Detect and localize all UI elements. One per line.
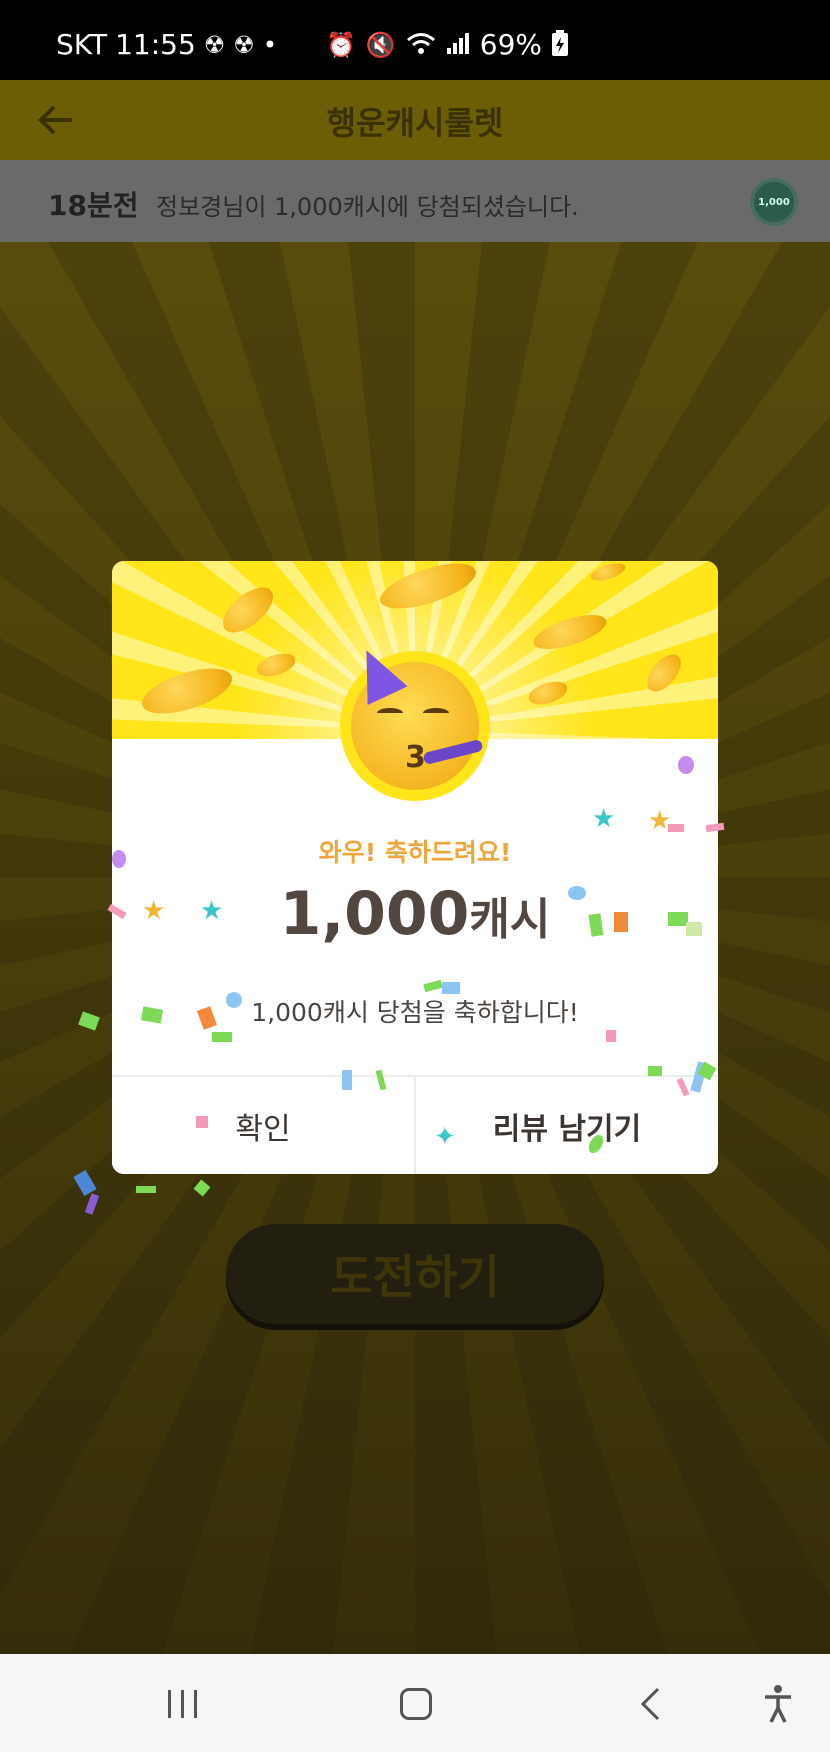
confetti [668,824,684,832]
winner-ticker: 18분전 정보경님이 1,000캐시에 당첨되셨습니다. 1,000 [0,160,830,242]
confetti [668,912,688,926]
challenge-button-label: 도전하기 [330,1250,500,1304]
star-confetti: ★ [592,804,616,834]
coin-label: 1,000 [758,196,790,208]
congrats-modal: 3 와우! 축하드려요! 1,000캐시 1,000캐시 당첨을 축하합니다! … [112,561,718,1174]
accessibility-icon[interactable] [756,1682,800,1726]
leave-review-button[interactable]: 리뷰 남기기 [414,1077,718,1174]
cash-coin-icon: 1,000 [750,178,798,226]
wifi-icon [406,31,436,59]
dot-icon: • [262,30,277,59]
prize-unit: 캐시 [469,894,551,945]
star-confetti: ★ [200,896,224,926]
confetti [442,982,460,994]
confetti [112,850,126,868]
page-title: 행운캐시룰렛 [326,104,504,142]
battery-percent: 69% [479,28,542,61]
alarm-icon: ⏰ [325,30,356,59]
star-confetti: ✦ [434,1122,456,1152]
eye [377,708,403,718]
confetti [136,1186,156,1193]
party-horn [422,738,484,766]
confetti [648,1066,662,1076]
back-icon[interactable] [630,1682,670,1726]
star-confetti: ★ [142,896,166,926]
home-icon[interactable] [396,1682,436,1726]
confetti [568,886,586,900]
clock: 11:55 [115,28,196,61]
confetti [606,1030,616,1042]
carrier-label: SKT [56,28,108,61]
battery-charging-icon [552,29,568,60]
confetti [614,912,628,932]
system-nav-bar [0,1654,830,1752]
app-header: 행운캐시룰렛 [0,80,830,160]
partying-face-icon: 3 [340,641,490,801]
confetti [212,1032,232,1042]
confetti [196,1116,208,1128]
signal-icon [446,32,470,58]
prize-number: 1,000 [279,879,470,949]
ticker-message: 정보경님이 1,000캐시에 당첨되셨습니다. [156,193,579,221]
emoji-face: 3 [346,641,484,790]
nuclear-icon: ☢ [233,30,255,59]
status-left: SKT 11:55 ☢ ☢ • [56,28,277,61]
confetti [678,756,694,774]
confetti [686,922,702,936]
confetti [226,992,242,1008]
status-right: ⏰ 🔇 69% [326,28,568,61]
congrats-headline: 와우! 축하드려요! [318,838,512,867]
eye [423,708,449,718]
recents-icon[interactable] [160,1682,204,1726]
mute-icon: 🔇 [365,30,396,59]
status-bar: SKT 11:55 ☢ ☢ • ⏰ 🔇 69% [0,0,830,80]
nuclear-icon: ☢ [203,30,226,59]
confetti [342,1070,352,1090]
confirm-button[interactable]: 확인 [112,1077,414,1174]
ticker-time: 18분전 [48,189,139,222]
challenge-button[interactable]: 도전하기 [226,1224,604,1324]
